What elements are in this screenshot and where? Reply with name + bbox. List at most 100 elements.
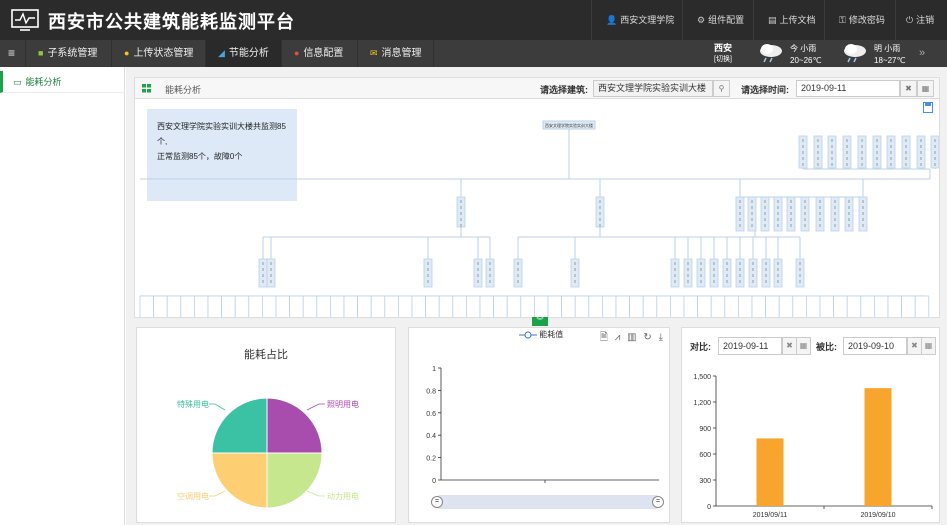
- nav-item-info-config[interactable]: ● 信息配置: [282, 40, 358, 67]
- node-glyph: [751, 206, 753, 209]
- pie-label: 空调用电: [177, 491, 209, 501]
- node-glyph: [848, 224, 850, 227]
- y-tick-label: 0: [432, 478, 436, 485]
- upload-doc-button[interactable]: ▤ 上传文档: [753, 0, 830, 40]
- node-glyph: [799, 268, 801, 271]
- node-glyph: [802, 139, 804, 142]
- grid-icon: ■: [38, 48, 44, 58]
- node-glyph: [934, 139, 936, 142]
- app-title: 西安市公共建筑能耗监测平台: [48, 12, 295, 32]
- leaf-node: [792, 295, 807, 317]
- node-glyph: [777, 206, 779, 209]
- node-glyph: [477, 280, 479, 283]
- node-glyph: [427, 262, 429, 265]
- node-glyph: [804, 224, 806, 227]
- leaf-node: [452, 295, 467, 317]
- node-glyph: [764, 200, 766, 203]
- node-glyph: [848, 200, 850, 203]
- node-glyph: [846, 139, 848, 142]
- pie-label: 特殊用电: [177, 399, 209, 409]
- bar: [864, 388, 892, 506]
- node-glyph: [489, 280, 491, 283]
- change-password-button[interactable]: ⚿ 修改密码: [824, 0, 899, 40]
- building-select[interactable]: 西安文理学院实验实训大楼: [593, 80, 713, 97]
- node-glyph: [846, 163, 848, 166]
- line-card: 能耗值 🗎 ⩘ ▥ ↻ ⤓ 0 0.2 0.4 0.6 0.8 1 = =: [408, 327, 670, 523]
- component-config-label: 组件配置: [708, 15, 745, 25]
- node-glyph: [713, 274, 715, 277]
- top-bar: 西安市公共建筑能耗监测平台 👤 西安文理学院 ⚙ 组件配置 ▤ 上传文档 ⚿ 修改密码 …: [0, 0, 947, 40]
- city-switch-link[interactable]: [切换]: [705, 54, 741, 65]
- node-glyph: [831, 139, 833, 142]
- node-glyph: [460, 224, 462, 227]
- node-glyph: [876, 139, 878, 142]
- leaf-node: [588, 295, 603, 317]
- logout-button[interactable]: ⏻ 注销: [895, 0, 944, 40]
- time-input[interactable]: 2019-09-11: [796, 80, 900, 97]
- leaf-node: [180, 295, 195, 317]
- change-password-label: 修改密码: [848, 15, 885, 25]
- rain-cloud-icon: [844, 44, 866, 63]
- nav-item-upload-status[interactable]: ● 上传状态管理: [112, 40, 206, 67]
- leaf-node: [724, 295, 739, 317]
- leaf-node: [860, 295, 875, 317]
- leaf-node: [465, 295, 481, 317]
- node-glyph: [905, 157, 907, 160]
- leaf-node: [656, 295, 671, 317]
- leaf-node: [166, 295, 182, 317]
- node-glyph: [777, 262, 779, 265]
- weather-city[interactable]: 西安 [切换]: [705, 40, 741, 67]
- slider-handle-right[interactable]: =: [652, 496, 664, 508]
- nav-item-energy-analysis[interactable]: ◢ 节能分析: [206, 40, 282, 67]
- leaf-node: [425, 295, 440, 317]
- node-glyph: [817, 163, 819, 166]
- mail-icon: ✉: [370, 48, 378, 58]
- slider-handle-left[interactable]: =: [431, 496, 443, 508]
- node-glyph: [700, 262, 702, 265]
- leaf-node: [683, 295, 699, 317]
- nav-item-subsystem[interactable]: ■ 子系统管理: [26, 40, 112, 67]
- node-glyph: [920, 163, 922, 166]
- bar-card: 对比: 2019-09-11 ✖ ▦ 被比: 2019-09-10 ✖ ▦ 03…: [681, 327, 940, 523]
- nav-label: 上传状态管理: [133, 48, 194, 59]
- node-glyph: [739, 224, 741, 227]
- node-glyph: [713, 268, 715, 271]
- leaf-node: [262, 295, 277, 317]
- pie-leader-line: [306, 490, 325, 497]
- org-button[interactable]: 👤 西安文理学院: [591, 0, 688, 40]
- node-glyph: [700, 268, 702, 271]
- tomorrow-condition: 小雨: [884, 44, 901, 53]
- pie-slice: [211, 397, 268, 454]
- node-glyph: [764, 218, 766, 221]
- node-glyph: [834, 218, 836, 221]
- collapse-icon[interactable]: ︾: [532, 317, 548, 326]
- node-glyph: [831, 151, 833, 154]
- menu-toggle-icon[interactable]: ≡: [0, 40, 26, 67]
- zoom-slider[interactable]: = =: [431, 495, 664, 509]
- y-tick-label: 0.2: [426, 456, 436, 463]
- node-glyph: [777, 200, 779, 203]
- y-tick-label: 300: [699, 478, 711, 485]
- tree-root-label: 西安文理学院实验实训大楼: [545, 122, 593, 128]
- calendar-icon[interactable]: ▦: [917, 80, 934, 97]
- node-glyph: [905, 145, 907, 148]
- node-glyph: [831, 157, 833, 160]
- node-glyph: [489, 262, 491, 265]
- search-icon[interactable]: ⚲: [713, 80, 730, 97]
- component-config-button[interactable]: ⚙ 组件配置: [682, 0, 758, 40]
- sidebar-item-energy-analysis[interactable]: ▭ 能耗分析: [0, 71, 125, 93]
- weather-more-icon[interactable]: »: [916, 40, 928, 67]
- node-glyph: [802, 157, 804, 160]
- node-glyph: [713, 280, 715, 283]
- clear-icon[interactable]: ✖: [900, 80, 917, 97]
- book-icon: ▤: [768, 15, 777, 25]
- node-glyph: [834, 212, 836, 215]
- monitor-logo-icon: [11, 9, 39, 31]
- node-glyph: [764, 212, 766, 215]
- node-glyph: [934, 157, 936, 160]
- node-glyph: [752, 268, 754, 271]
- nav-item-message[interactable]: ✉ 消息管理: [358, 40, 434, 67]
- node-glyph: [799, 280, 801, 283]
- node-glyph: [726, 280, 728, 283]
- leaf-node: [357, 295, 372, 317]
